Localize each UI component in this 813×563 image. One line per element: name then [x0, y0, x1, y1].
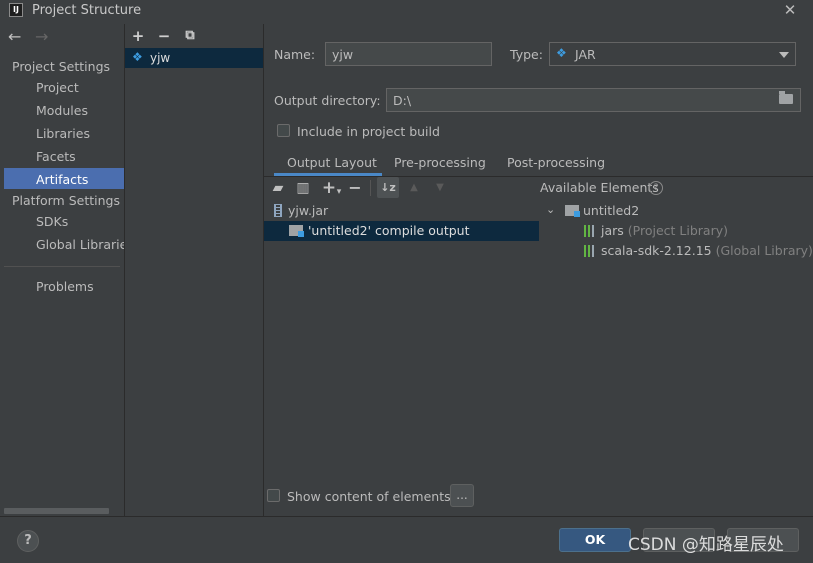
available-item-scala-sdk[interactable]: scala-sdk-2.12.15 (Global Library) [601, 243, 813, 258]
module-folder-icon [565, 205, 580, 217]
window-title: Project Structure [32, 3, 142, 18]
help-circle-icon[interactable]: ? [649, 181, 663, 195]
sidebar-heading-platform-settings: Platform Settings [12, 193, 120, 208]
sidebar-item-libraries[interactable]: Libraries [36, 126, 90, 141]
sidebar-heading-project-settings: Project Settings [12, 59, 111, 74]
create-directory-icon[interactable]: ▰ [270, 180, 286, 196]
artifact-list-item[interactable] [125, 48, 263, 68]
move-up-icon[interactable]: ▲ [406, 180, 422, 196]
move-down-icon[interactable]: ▼ [432, 180, 448, 196]
artifact-diamond-icon: ❖ [132, 50, 143, 64]
close-button[interactable]: ✕ [781, 1, 799, 19]
more-options-button[interactable]: ... [450, 484, 474, 507]
sidebar-item-project[interactable]: Project [36, 80, 79, 95]
available-elements-label: Available Elements [540, 180, 659, 195]
remove-artifact-icon[interactable]: − [156, 28, 172, 44]
library-name: jars [601, 223, 624, 238]
toolbar-separator [370, 180, 371, 196]
create-archive-icon[interactable]: ▥ [295, 180, 311, 196]
library-icon [584, 245, 596, 257]
tabs-border [264, 176, 813, 177]
sidebar-item-modules[interactable]: Modules [36, 103, 88, 118]
output-directory-label: Output directory: [274, 93, 381, 108]
sidebar-item-artifacts[interactable]: Artifacts [36, 172, 88, 187]
help-button[interactable]: ? [17, 530, 39, 552]
jar-type-icon: ❖ [556, 46, 567, 60]
available-item-jars[interactable]: jars (Project Library) [601, 223, 728, 238]
library-name: scala-sdk-2.12.15 [601, 243, 712, 258]
available-root-module[interactable]: untitled2 [583, 203, 639, 218]
type-select-value: JAR [575, 47, 596, 62]
sidebar-divider [4, 266, 120, 267]
remove-element-icon[interactable]: − [347, 180, 363, 196]
sidebar-item-problems[interactable]: Problems [36, 279, 94, 294]
sort-alphabetically-icon[interactable]: ↓z [380, 180, 396, 196]
copy-artifact-icon[interactable]: ⧉ [182, 28, 198, 44]
intellij-app-icon: IJ [9, 3, 23, 17]
module-output-folder-icon [289, 225, 304, 237]
output-layout-tree [264, 199, 539, 481]
jar-archive-icon [274, 204, 282, 217]
type-label: Type: [510, 47, 543, 62]
back-arrow-icon[interactable]: ← [8, 28, 24, 46]
forward-arrow-icon[interactable]: → [35, 28, 51, 46]
tab-output-layout[interactable]: Output Layout [287, 155, 377, 170]
settings-sidebar [0, 24, 124, 516]
show-content-label: Show content of elements [287, 489, 451, 504]
sidebar-horizontal-scrollbar[interactable] [4, 508, 109, 514]
library-scope: (Global Library) [715, 243, 813, 258]
name-field[interactable] [325, 42, 492, 66]
ok-button[interactable]: OK [559, 528, 631, 552]
show-content-checkbox[interactable] [267, 489, 280, 502]
add-dropdown-caret-icon[interactable]: ▾ [331, 184, 347, 200]
artifact-list-item-label: yjw [150, 51, 171, 65]
library-scope: (Project Library) [627, 223, 728, 238]
include-in-build-checkbox[interactable] [277, 124, 290, 137]
tree-item-compile-output[interactable]: 'untitled2' compile output [308, 223, 470, 238]
tab-post-processing[interactable]: Post-processing [507, 155, 605, 170]
chevron-down-icon[interactable] [779, 52, 789, 58]
tree-root-jar[interactable]: yjw.jar [288, 203, 328, 218]
chevron-down-icon[interactable]: ⌄ [546, 203, 555, 216]
sidebar-item-global-libraries[interactable]: Global Libraries [36, 237, 124, 252]
sidebar-item-facets[interactable]: Facets [36, 149, 76, 164]
sidebar-item-sdks[interactable]: SDKs [36, 214, 68, 229]
csdn-watermark: CSDN @知路星辰处 [628, 535, 784, 555]
browse-folder-icon[interactable] [779, 91, 793, 104]
include-in-build-label: Include in project build [297, 124, 440, 139]
library-icon [584, 225, 596, 237]
output-directory-field[interactable] [386, 88, 801, 112]
add-artifact-icon[interactable]: + [130, 28, 146, 44]
artifacts-list-panel [125, 24, 263, 516]
tab-pre-processing[interactable]: Pre-processing [394, 155, 486, 170]
name-label: Name: [274, 47, 316, 62]
